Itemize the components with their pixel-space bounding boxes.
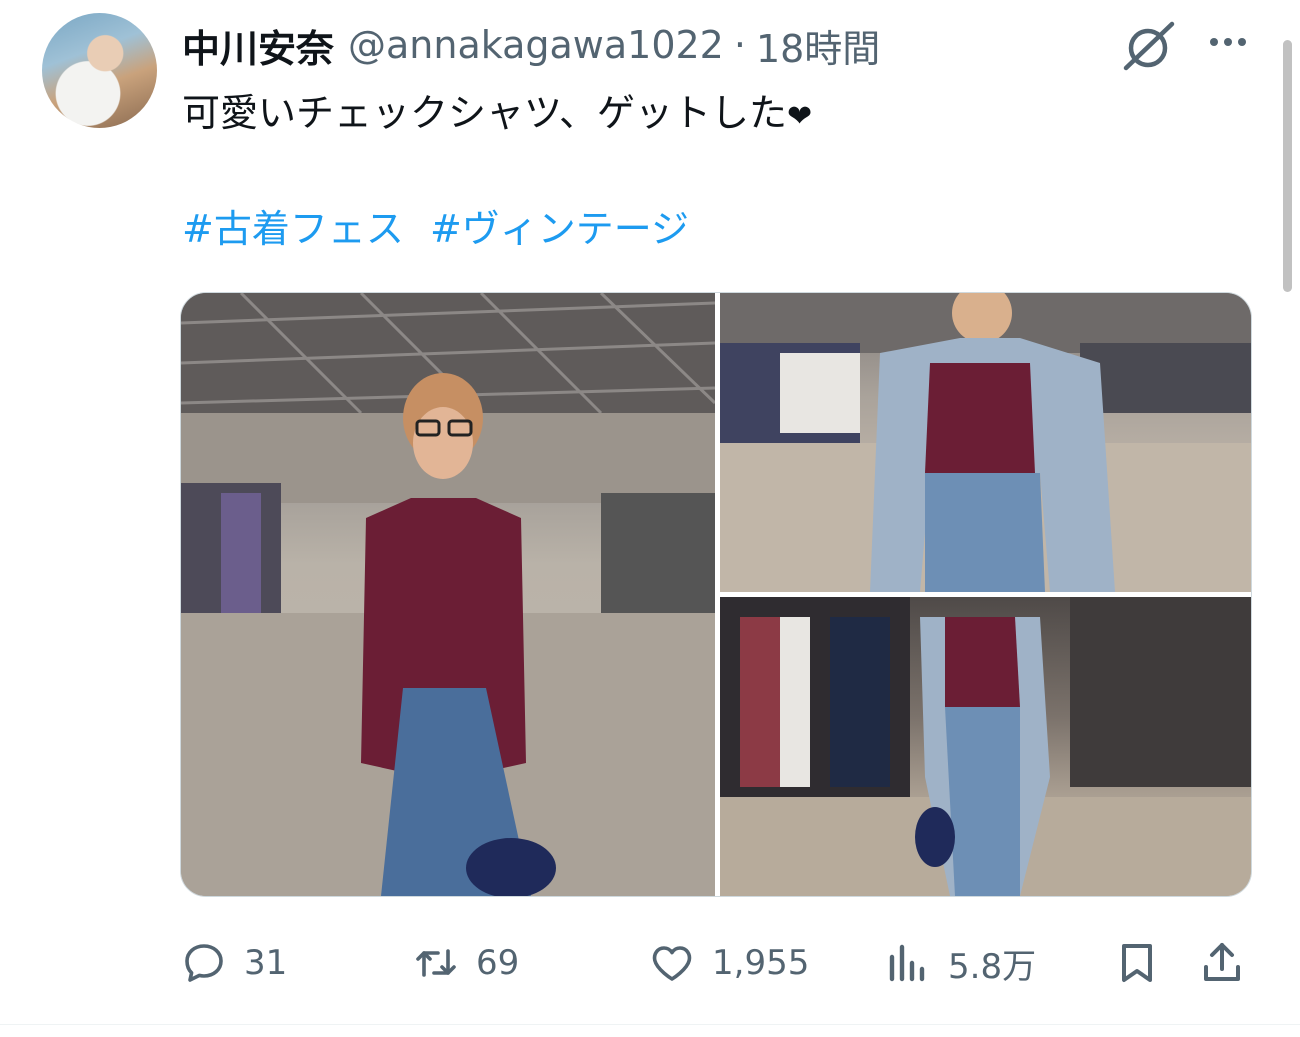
author-avatar[interactable] [42, 13, 157, 128]
tweet-text-body: 可愛いチェックシャツ、ゲットした [182, 91, 787, 135]
like-count: 1,955 [712, 943, 810, 983]
header-separator: · [733, 23, 746, 67]
photo-1[interactable] [181, 293, 715, 896]
more-icon[interactable] [1200, 20, 1256, 64]
grok-icon[interactable] [1120, 18, 1176, 74]
reply-button[interactable]: 31 [180, 930, 287, 996]
views-icon [889, 944, 925, 982]
bookmark-button[interactable] [1113, 930, 1161, 996]
bookmark-icon [1122, 944, 1152, 982]
media-grid [180, 292, 1252, 897]
photo-3[interactable] [720, 597, 1251, 896]
share-button[interactable] [1198, 930, 1246, 996]
views-count: 5.8万 [948, 946, 1037, 987]
share-icon [1204, 943, 1240, 981]
heart-emoji: ❤ [786, 99, 813, 134]
photo-2[interactable] [720, 293, 1251, 592]
repost-icon [416, 949, 456, 977]
views-button[interactable]: 5.8万 [884, 930, 1036, 996]
scrollbar[interactable] [1283, 40, 1292, 292]
tweet-timestamp[interactable]: 18時間 [756, 18, 880, 73]
repost-count: 69 [476, 943, 520, 983]
hashtag-row: #古着フェス #ヴィンテージ [182, 200, 703, 258]
hashtag-link[interactable]: #ヴィンテージ [430, 207, 689, 251]
author-display-name[interactable]: 中川安奈 [182, 18, 334, 73]
tweet-text: 可愛いチェックシャツ、ゲットした❤ [182, 84, 1242, 146]
like-button[interactable]: 1,955 [648, 930, 809, 996]
hashtag-link[interactable]: #古着フェス [182, 207, 404, 251]
repost-button[interactable]: 69 [412, 930, 519, 996]
tweet-header: 中川安奈 @annakagawa1022 · 18時間 [182, 18, 880, 73]
author-handle[interactable]: @annakagawa1022 [348, 23, 724, 67]
reply-icon [185, 944, 223, 982]
reply-count: 31 [244, 943, 288, 983]
divider [0, 1024, 1300, 1025]
heart-icon [652, 946, 692, 981]
tweet-actions: 31 69 1,955 5.8万 [180, 930, 1250, 996]
